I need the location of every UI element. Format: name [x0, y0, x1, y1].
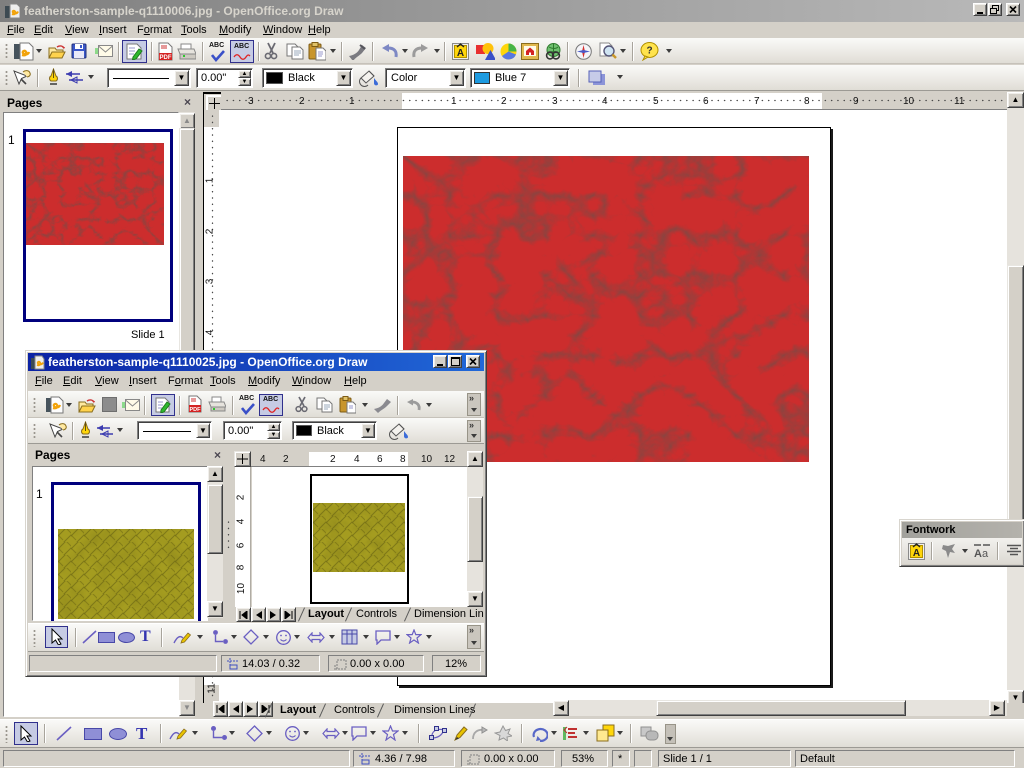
svg-text:A: A: [457, 48, 464, 59]
svg-text:a: a: [982, 548, 989, 559]
svg-text:PDF: PDF: [160, 55, 172, 61]
svg-text:A: A: [913, 548, 920, 559]
svg-text:A: A: [974, 548, 982, 559]
svg-text:PDF: PDF: [190, 407, 202, 413]
svg-text:?: ?: [646, 46, 652, 57]
